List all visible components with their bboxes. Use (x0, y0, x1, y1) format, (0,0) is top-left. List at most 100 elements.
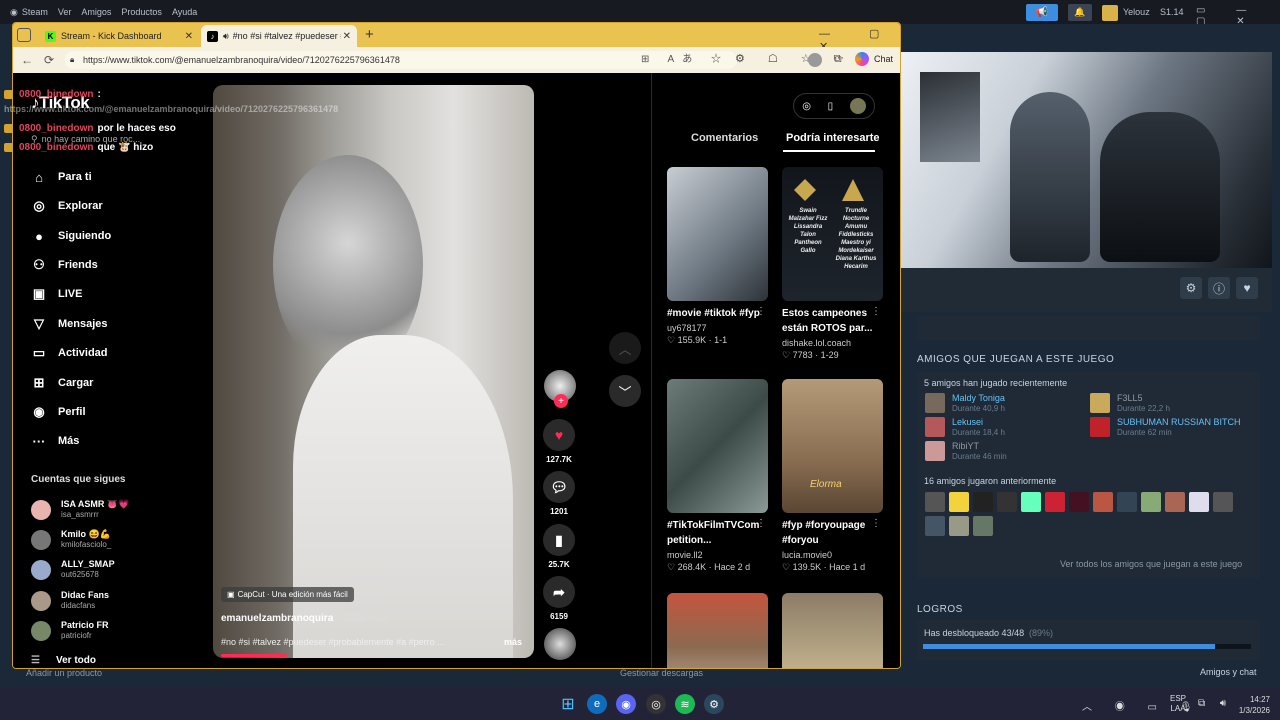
address-bar[interactable]: 🔒︎ https://www.tiktok.com/@emanuelzambra… (65, 51, 737, 69)
tab-comments[interactable]: Comentarios (691, 132, 758, 144)
close-icon[interactable]: ✕ (185, 31, 193, 42)
share-action[interactable]: ➦ 6159 (541, 576, 577, 621)
comment-icon[interactable]: 💬︎ (543, 471, 575, 503)
video-thumbnail[interactable] (667, 379, 768, 513)
lang-indicator[interactable]: ESP LAA (1170, 694, 1186, 714)
recommended-video-card[interactable] (782, 593, 883, 668)
sidebar-item-friends[interactable]: ⚇ Friends (31, 257, 98, 273)
card-author[interactable]: dishake.lol.coach (782, 338, 883, 348)
friend-row[interactable]: Lekusei Durante 18,4 h (925, 417, 1005, 438)
steam-menu-productos[interactable]: Productos (121, 7, 162, 17)
following-account[interactable]: Kmilo 😆💪 kmilofasciolo_ (31, 529, 111, 550)
avatar[interactable] (1117, 492, 1137, 512)
steam-icon[interactable]: ⚙ (704, 694, 724, 714)
capcut-badge[interactable]: ▣ CapCut · Una edición más fácil (221, 587, 354, 602)
obs-icon[interactable]: ◎ (646, 694, 666, 714)
see-all-friends-link[interactable]: Ver todos los amigos que juegan a este j… (1060, 559, 1242, 569)
sidebar-item-explorar[interactable]: ◎ Explorar (31, 198, 102, 214)
compass-icon[interactable]: ◎ (802, 101, 811, 112)
steam-menu-amigos[interactable]: Amigos (81, 7, 111, 17)
tab-recommended[interactable]: Podría interesarte (786, 132, 880, 144)
chat-button[interactable]: Chat (874, 54, 893, 64)
avatar[interactable] (1045, 492, 1065, 512)
video-thumbnail[interactable] (667, 167, 768, 301)
steam-menu-ayuda[interactable]: Ayuda (172, 7, 197, 17)
friend-row[interactable]: Maldy Toniga Durante 40,9 h (925, 393, 1005, 414)
following-account[interactable]: Didac Fans didacfans (31, 590, 109, 611)
avatar[interactable] (925, 516, 945, 536)
friend-row[interactable]: F3LL5 Durante 22,2 h (1090, 393, 1170, 414)
card-author[interactable]: lucia.movie0 (782, 550, 883, 560)
device-icon[interactable]: ▯ (828, 101, 834, 112)
recommended-video-card[interactable]: #TikTokFilmTVCom petition... movie.ll2 ♡ 2… (667, 379, 768, 573)
following-account[interactable]: ALLY_SMAP out625678 (31, 559, 115, 580)
video-progress[interactable] (221, 654, 287, 657)
avatar[interactable] (949, 492, 969, 512)
profile-avatar[interactable] (808, 53, 822, 67)
achievements-panel[interactable]: Has desbloqueado 43/48 (89%) (917, 620, 1260, 660)
sidebar-item-live[interactable]: ▣ LIVE (31, 286, 83, 302)
tab-kick[interactable]: K Stream - Kick Dashboard ✕ (39, 25, 199, 47)
follow-plus-icon[interactable]: + (554, 394, 568, 408)
user-avatar[interactable] (849, 98, 866, 114)
steam-menu-steam[interactable]: Steam (22, 7, 48, 17)
avatar[interactable] (1165, 492, 1185, 512)
new-tab-button[interactable]: + (365, 26, 374, 43)
following-account[interactable]: ISA ASMR 👅💗 isa_asmrrr (31, 499, 129, 520)
caption-more[interactable]: más (504, 637, 522, 647)
more-options-icon[interactable]: ⋮ (871, 306, 881, 317)
save-action[interactable]: ▮ 25.7K (541, 524, 577, 569)
steam-bell-icon[interactable]: 🔔 (1068, 4, 1092, 21)
sidebar-item-más[interactable]: ··· Más (31, 433, 80, 449)
refresh-icon[interactable]: ⟳ (41, 52, 57, 68)
card-author[interactable]: uy678177 (667, 323, 768, 333)
steam-username[interactable]: Yelouz (1123, 7, 1150, 17)
video-thumbnail[interactable] (667, 593, 768, 668)
more-options-icon[interactable]: ⋮ (756, 306, 766, 317)
share-icon[interactable]: ➦ (543, 576, 575, 608)
add-product-link[interactable]: Añadir un producto (26, 668, 102, 678)
avatar[interactable] (949, 516, 969, 536)
friends-chat-link[interactable]: Amigos y chat (1200, 667, 1257, 677)
avatar[interactable] (1021, 492, 1041, 512)
bookmark-icon[interactable]: ▮ (543, 524, 575, 556)
more-icon[interactable]: ··· (833, 52, 844, 64)
recommended-video-card[interactable] (667, 593, 768, 668)
avatar[interactable] (1069, 492, 1089, 512)
avatar[interactable] (925, 492, 945, 512)
card-author[interactable]: movie.ll2 (667, 550, 768, 560)
recommended-video-card[interactable]: Swain Malzahar Fizz Lissandra Talon Pant… (782, 167, 883, 361)
steam-user-avatar[interactable] (1102, 5, 1118, 21)
friend-row[interactable]: RibiYT Durante 46 min (925, 441, 1007, 462)
avatar[interactable] (1213, 492, 1233, 512)
following-account[interactable]: Patricio FR patriciofr (31, 620, 109, 641)
back-icon[interactable]: ← (19, 52, 35, 68)
video-thumbnail[interactable]: Elorma (782, 379, 883, 513)
discord-icon[interactable]: ◉ (616, 694, 636, 714)
video-player[interactable]: ▣ CapCut · Una edición más fácil emanuelz… (213, 85, 534, 658)
steam-announce-button[interactable]: 📢 (1026, 4, 1058, 21)
heart-icon[interactable]: ♥ (543, 419, 575, 451)
gear-icon[interactable]: ⚙ (1180, 277, 1202, 299)
sidebar-item-para-ti[interactable]: ⌂ Para ti (31, 169, 92, 185)
sidebar-item-mensajes[interactable]: ▽ Mensajes (31, 316, 108, 332)
comment-action[interactable]: 💬︎ 1201 (541, 471, 577, 516)
sound-disc[interactable] (544, 628, 576, 660)
avatar[interactable] (1189, 492, 1209, 512)
windows-start-icon[interactable]: ⊞ (558, 694, 578, 714)
avatar[interactable] (1141, 492, 1161, 512)
like-action[interactable]: ♥ 127.7K (541, 419, 577, 464)
more-options-icon[interactable]: ⋮ (756, 518, 766, 529)
next-video-button[interactable]: ﹀ (609, 375, 641, 407)
more-options-icon[interactable]: ⋮ (871, 518, 881, 529)
avatar[interactable] (973, 492, 993, 512)
steam-menu-ver[interactable]: Ver (58, 7, 72, 17)
video-thumbnail[interactable]: Swain Malzahar Fizz Lissandra Talon Pant… (782, 167, 883, 301)
clock[interactable]: 14:27 1/3/2026 (1232, 694, 1270, 716)
network-sound-icons[interactable]: ⧉ 🔊︎ (1198, 698, 1232, 709)
avatar[interactable] (973, 516, 993, 536)
edge-icon[interactable]: e (587, 694, 607, 714)
avatar[interactable] (1093, 492, 1113, 512)
see-all-following[interactable]: ☰ Ver todo (31, 655, 96, 666)
heart-icon[interactable]: ♥ (1236, 277, 1258, 299)
